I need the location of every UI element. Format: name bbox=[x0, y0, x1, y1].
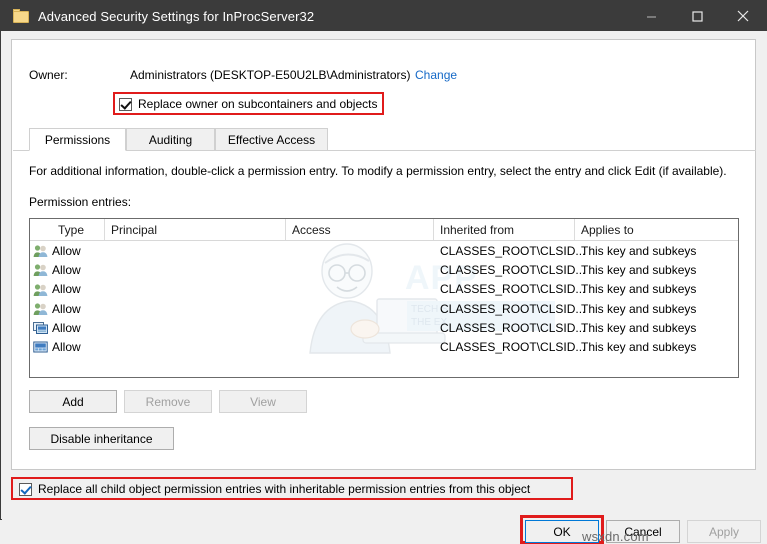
cell-access bbox=[286, 318, 434, 337]
content-panel: Owner: Administrators (DESKTOP-E50U2LB\A… bbox=[11, 39, 756, 470]
cell-type: Allow bbox=[52, 243, 81, 258]
add-button[interactable]: Add bbox=[29, 390, 117, 413]
cell-applies-to: This key and subkeys bbox=[581, 320, 697, 335]
cell-inherited-from: CLASSES_ROOT\CLSID... bbox=[440, 282, 586, 297]
view-button: View bbox=[219, 390, 307, 413]
cell-access bbox=[286, 299, 434, 318]
cell-applies-to: This key and subkeys bbox=[581, 282, 697, 297]
cell-type: Allow bbox=[52, 340, 81, 355]
cell-applies-to: This key and subkeys bbox=[581, 301, 697, 316]
owner-row: Owner: Administrators (DESKTOP-E50U2LB\A… bbox=[29, 68, 729, 86]
list-rows: Allow CLASSES_ROOT\CLSID... This key and s… bbox=[30, 241, 738, 357]
tab-permissions[interactable]: Permissions bbox=[29, 128, 126, 151]
column-header-access[interactable]: Access bbox=[286, 219, 434, 240]
table-row[interactable]: Allow CLASSES_ROOT\CLSID... This key and s… bbox=[30, 280, 738, 299]
cell-applies-to: This key and subkeys bbox=[581, 262, 697, 277]
cell-inherited-from: CLASSES_ROOT\CLSID... bbox=[440, 320, 586, 335]
cell-type: Allow bbox=[52, 262, 81, 277]
cell-principal bbox=[105, 280, 286, 299]
replace-child-permissions-checkbox[interactable]: Replace all child object permission entr… bbox=[19, 482, 530, 496]
folder-icon bbox=[13, 9, 29, 23]
cell-principal bbox=[105, 318, 286, 337]
cell-principal bbox=[105, 299, 286, 318]
title-bar: Advanced Security Settings for InProcSer… bbox=[1, 1, 766, 31]
cell-principal bbox=[105, 337, 286, 356]
column-icon-spacer bbox=[30, 219, 52, 240]
checkbox-box[interactable] bbox=[119, 97, 132, 111]
site-watermark: wsxdn.com bbox=[582, 529, 649, 544]
table-row[interactable]: Allow CLASSES_ROOT\CLSID... This key and s… bbox=[30, 337, 738, 356]
column-header-inherited[interactable]: Inherited from bbox=[434, 219, 575, 240]
column-header-type[interactable]: Type bbox=[52, 219, 105, 240]
window-controls bbox=[628, 1, 766, 31]
cell-type: Allow bbox=[52, 320, 81, 335]
window-title: Advanced Security Settings for InProcSer… bbox=[38, 8, 315, 24]
cell-principal bbox=[105, 260, 286, 279]
column-header-applies[interactable]: Applies to bbox=[575, 219, 738, 240]
tab-auditing-label: Auditing bbox=[148, 132, 193, 147]
replace-child-permissions-label: Replace all child object permission entr… bbox=[38, 482, 531, 496]
remove-button: Remove bbox=[124, 390, 212, 413]
tab-permissions-label: Permissions bbox=[44, 132, 111, 147]
replace-owner-checkbox[interactable]: Replace owner on subcontainers and objec… bbox=[119, 97, 377, 111]
tab-effective-access[interactable]: Effective Access bbox=[215, 128, 328, 151]
cell-access bbox=[286, 241, 434, 260]
advanced-security-settings-dialog: Advanced Security Settings for InProcSer… bbox=[0, 0, 767, 544]
owner-value: Administrators (DESKTOP-E50U2LB\Administ… bbox=[130, 68, 411, 82]
cell-access bbox=[286, 280, 434, 299]
replace-owner-label: Replace owner on subcontainers and objec… bbox=[138, 97, 378, 111]
cell-principal bbox=[105, 241, 286, 260]
checkbox-box[interactable] bbox=[19, 482, 32, 496]
cell-inherited-from: CLASSES_ROOT\CLSID... bbox=[440, 243, 586, 258]
table-row[interactable]: Allow CLASSES_ROOT\CLSID... This key and s… bbox=[30, 241, 738, 260]
maximize-icon[interactable] bbox=[674, 1, 720, 31]
apply-button: Apply bbox=[687, 520, 761, 543]
tab-effective-access-label: Effective Access bbox=[227, 132, 316, 147]
client-area: Owner: Administrators (DESKTOP-E50U2LB\A… bbox=[2, 31, 767, 544]
cell-inherited-from: CLASSES_ROOT\CLSID... bbox=[440, 340, 586, 355]
permission-entries-list[interactable]: APP TECH S THE EX Type Principal Access … bbox=[29, 218, 739, 378]
disable-inheritance-button[interactable]: Disable inheritance bbox=[29, 427, 174, 450]
cell-inherited-from: CLASSES_ROOT\CLSID... bbox=[440, 262, 586, 277]
tab-auditing[interactable]: Auditing bbox=[126, 128, 215, 151]
change-owner-link[interactable]: Change bbox=[415, 68, 457, 82]
cell-applies-to: This key and subkeys bbox=[581, 340, 697, 355]
minimize-icon[interactable] bbox=[628, 1, 674, 31]
cell-inherited-from: CLASSES_ROOT\CLSID... bbox=[440, 301, 586, 316]
info-text: For additional information, double-click… bbox=[29, 164, 727, 178]
table-row[interactable]: Allow CLASSES_ROOT\CLSID... This key and s… bbox=[30, 260, 738, 279]
table-row[interactable]: Allow CLASSES_ROOT\CLSID... This key and s… bbox=[30, 318, 738, 337]
close-icon[interactable] bbox=[720, 1, 766, 31]
cell-access bbox=[286, 337, 434, 356]
cell-type: Allow bbox=[52, 301, 81, 316]
list-header: Type Principal Access Inherited from App… bbox=[30, 219, 738, 241]
column-header-principal[interactable]: Principal bbox=[105, 219, 286, 240]
permission-entries-label: Permission entries: bbox=[29, 195, 132, 209]
cell-access bbox=[286, 260, 434, 279]
cell-applies-to: This key and subkeys bbox=[581, 243, 697, 258]
table-row[interactable]: Allow CLASSES_ROOT\CLSID... This key and s… bbox=[30, 299, 738, 318]
owner-label: Owner: bbox=[29, 68, 68, 82]
cell-type: Allow bbox=[52, 282, 81, 297]
tab-strip: Permissions Auditing Effective Access bbox=[13, 128, 756, 151]
